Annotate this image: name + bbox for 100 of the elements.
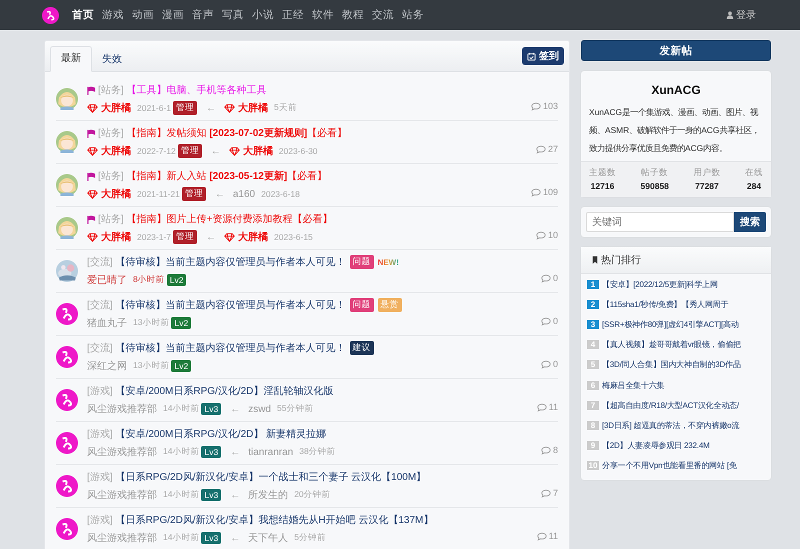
comment-icon <box>530 102 541 110</box>
hot-thread-link[interactable]: 【2D】人妻凌辱参观日 232.4M <box>602 440 710 452</box>
nav-link[interactable]: 教程 <box>342 8 364 22</box>
user-badge: Lv3 <box>201 446 222 458</box>
rank-number: 1 <box>587 280 599 289</box>
thread-title[interactable]: 【待审核】当前主题内容仅管理员与作者本人可见！ <box>116 255 346 269</box>
stat-label: 在线 <box>744 167 763 179</box>
user-badge: Lv2 <box>171 360 192 372</box>
user-badge: Lv3 <box>201 403 222 415</box>
hot-thread-link[interactable]: 【3D/同人合集】国内大神自制的3D作品 <box>602 359 741 370</box>
tab[interactable]: 最新 <box>50 46 92 72</box>
hot-thread-link[interactable]: 分享一个不用Vpn也能看里番的网站 [免 <box>602 460 737 472</box>
reply-arrow: ← <box>206 102 216 114</box>
new-post-button[interactable]: 发新帖 <box>581 40 771 61</box>
thread-title[interactable]: 【待审核】当前主题内容仅管理员与作者本人可见！ <box>116 341 346 355</box>
stat-value: 284 <box>746 181 762 191</box>
site-name: XunACG <box>650 82 702 97</box>
comment-count: 109 <box>542 187 558 197</box>
search-field[interactable]: 关键词 <box>586 212 734 232</box>
comment-count: 0 <box>552 359 558 369</box>
comment-icon <box>536 402 547 412</box>
thread-title[interactable]: 【指南】图片上传+资源付费添加教程【必看】 <box>126 212 332 226</box>
nav-link[interactable]: 音声 <box>192 8 214 22</box>
reply-time: 55分钟前 <box>276 403 314 415</box>
nav-link[interactable]: 游戏 <box>102 8 124 22</box>
comment-icon <box>536 144 546 154</box>
user-badge: 管理 <box>173 230 198 244</box>
user-badge: Lv3 <box>201 532 222 544</box>
nav-link[interactable]: 首页 <box>72 8 94 22</box>
comment-count: 11 <box>548 402 558 412</box>
nav-link[interactable]: 漫画 <box>162 8 184 22</box>
thread-title[interactable]: 【安卓/200M日系RPG/汉化/2D】 新妻精灵拉娜 <box>116 427 326 441</box>
post-time: 14小时前 <box>163 489 200 501</box>
checkin-button[interactable]: 签到 <box>522 47 564 65</box>
nav-link[interactable]: 动画 <box>132 8 154 22</box>
author-link[interactable]: 大胖橘 <box>101 144 131 158</box>
thread-title[interactable]: 【指南】发帖须知 [2023-07-02更新规则]【必看】 <box>126 126 348 140</box>
reply-arrow: ← <box>206 232 216 242</box>
comment-icon <box>540 274 551 282</box>
stat-value: 77287 <box>695 181 719 191</box>
reply-time: 2023-6-15 <box>274 232 313 242</box>
post-time: 14小时前 <box>163 532 200 544</box>
post-time: 13小时前 <box>133 360 170 372</box>
hot-thread-link[interactable]: 【115sha1/秒传/免费】【秀人网周于 <box>602 298 728 310</box>
nav-link[interactable]: 小说 <box>252 8 274 22</box>
nav-link[interactable]: 交流 <box>372 8 394 22</box>
hot-thread-link[interactable]: [SSR+极神作80弹][虚幻4引擎ACT][高动 <box>602 318 739 330</box>
reply-arrow: ← <box>210 146 221 156</box>
comment-icon <box>536 532 547 540</box>
comment-count: 27 <box>548 144 558 154</box>
tab[interactable]: 失效 <box>92 48 132 72</box>
bookmark-icon <box>592 256 598 264</box>
thread-title[interactable]: 【日系RPG/2D风/新汉化/安卓】我想结婚先从H开始吧 云汉化【137M】 <box>116 513 434 527</box>
logo-icon[interactable] <box>42 6 59 24</box>
thread-title[interactable]: 【待审核】当前主题内容仅管理员与作者本人可见！ <box>116 298 346 312</box>
stat-label: 用户数 <box>693 167 720 179</box>
stat-label: 帖子数 <box>641 167 668 179</box>
author-link[interactable]: 大胖橘 <box>101 230 131 244</box>
nav-link[interactable]: 写真 <box>222 8 244 22</box>
author-link[interactable]: 大胖橘 <box>101 187 131 201</box>
comment-count: 103 <box>542 101 558 111</box>
thread-title[interactable]: 【安卓/200M日系RPG/汉化/2D】淫乱轮轴汉化版 <box>116 384 334 398</box>
post-time: 13小时前 <box>133 317 170 329</box>
search-button[interactable]: 搜索 <box>734 212 766 232</box>
hot-thread-link[interactable]: 【安卓】[2022/12/5更新]科学上网 <box>602 278 718 290</box>
comment-icon <box>540 446 551 454</box>
reply-time: 5分钟前 <box>294 532 326 544</box>
hot-thread-link[interactable]: 【超高自由度/R18/大型ACT汉化全动态/ <box>602 400 739 411</box>
replier-link[interactable]: 大胖橘 <box>242 144 273 158</box>
comment-icon <box>540 488 551 498</box>
user-icon <box>726 11 734 19</box>
tag: 问题 <box>350 298 374 312</box>
tag: 悬赏 <box>378 298 402 312</box>
thread-title[interactable]: 【日系RPG/2D风/新汉化/安卓】一个战士和三个妻子 云汉化【100M】 <box>116 470 426 484</box>
hot-thread-link[interactable]: 梅麻吕全集十六集 <box>602 380 664 391</box>
login-link[interactable]: 登录 <box>726 8 756 22</box>
comment-icon <box>540 316 551 326</box>
author-link[interactable]: 爱已晴了 <box>87 273 127 287</box>
hot-thread-link[interactable]: [3D日系] 超逼真的蒂法，不穿内裤嫩o流 <box>602 420 740 431</box>
replier-link[interactable]: 大胖橘 <box>238 230 268 244</box>
stat-value: 590858 <box>640 181 669 191</box>
nav-link[interactable]: 站务 <box>402 8 424 22</box>
user-badge: Lv2 <box>166 274 186 286</box>
nav-link[interactable]: 软件 <box>312 8 334 22</box>
reply-time: 2023-6-30 <box>278 146 318 156</box>
post-time: 14小时前 <box>163 446 200 458</box>
thread-title[interactable]: 【指南】新人入站 [2023-05-12更新]【必看】 <box>126 169 328 183</box>
hot-thread-link[interactable]: 【真人视频】趁哥哥戴着vr眼镜，偷偷把 <box>602 339 741 350</box>
replier-link[interactable]: 大胖橘 <box>238 101 268 115</box>
post-time: 2023-1-7 <box>137 232 172 242</box>
comment-count: 10 <box>548 230 558 240</box>
author-link[interactable]: 大胖橘 <box>101 101 131 115</box>
comment-count: 7 <box>552 488 558 498</box>
comment-count: 0 <box>552 273 558 283</box>
comment-icon <box>536 230 546 240</box>
comment-count: 0 <box>552 316 558 326</box>
nav-link[interactable]: 正经 <box>282 8 304 22</box>
thread-title[interactable]: 【工具】电脑、手机等各种工具 <box>126 83 267 97</box>
post-time: 2021-6-1 <box>137 103 172 113</box>
reply-time: 20分钟前 <box>294 489 331 501</box>
